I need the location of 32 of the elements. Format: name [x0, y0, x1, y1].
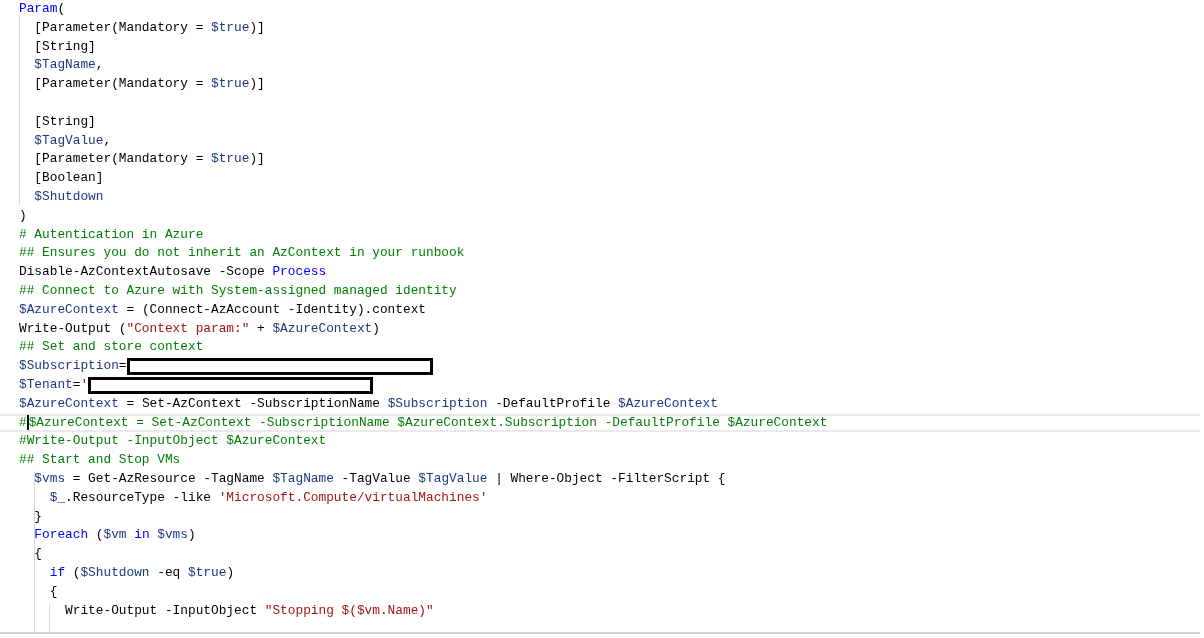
code-line: [Boolean] [33, 169, 104, 188]
code-line: if ($Shutdown -eq $true) [48, 563, 235, 582]
code-line: #Write-Output -InputObject $AzureContext [19, 432, 327, 451]
code-line: $TagValue, [33, 131, 112, 150]
code-line: Write-Output ("Context param:" + $AzureContext) [19, 319, 380, 338]
code-line: $Shutdown [33, 187, 104, 206]
code-line: [String] [33, 37, 96, 56]
code-line: [Parameter(Mandatory = $true)] [33, 18, 265, 37]
code-line: #$AzureContext = Set-AzContext -SubscriptionName $AzureContext.Subscription -DefaultProfile $AzureContext [19, 413, 828, 432]
code-line: ## Ensures you do not inherit an AzContext in your runbook [19, 244, 465, 263]
code-line: Disable-AzContextAutosave -Scope Process [19, 263, 327, 282]
code-line: ## Connect to Azure with System-assigned managed identity [19, 281, 457, 300]
code-line: [String] [33, 112, 96, 131]
code-line: $AzureContext = (Connect-AzAccount -Identity).context [19, 300, 427, 319]
code-line: Foreach ($vm in $vms) [33, 526, 196, 545]
code-line: [Parameter(Mandatory = $true)] [33, 75, 265, 94]
code-line: { [33, 545, 43, 564]
code-line: Param( [19, 0, 66, 18]
code-line: $Subscription= [19, 357, 127, 376]
code-line: ) [19, 206, 27, 225]
code-line: } [33, 507, 43, 526]
code-line: $TagName, [33, 56, 104, 75]
code-line: [Parameter(Mandatory = $true)] [33, 150, 265, 169]
code-line: Write-Output -InputObject "Stopping $($vm.Name)" [64, 601, 434, 620]
code-line: ## Start and Stop VMs [19, 451, 181, 470]
code-line: { [48, 582, 58, 601]
code-line: $Tenant=' [19, 375, 89, 394]
code-line: # Autentication in Azure [19, 225, 204, 244]
code-line: $vms = Get-AzResource -TagName $TagName -TagValue $TagValue | Where-Object -FilterScript { [33, 469, 726, 488]
code-line: $_.ResourceType -like 'Microsoft.Compute/virtualMachines' [48, 488, 488, 507]
code-line: ## Set and store context [19, 338, 204, 357]
code-line: $AzureContext = Set-AzContext -SubscriptionName $Subscription -DefaultProfile $AzureContext [19, 394, 718, 413]
